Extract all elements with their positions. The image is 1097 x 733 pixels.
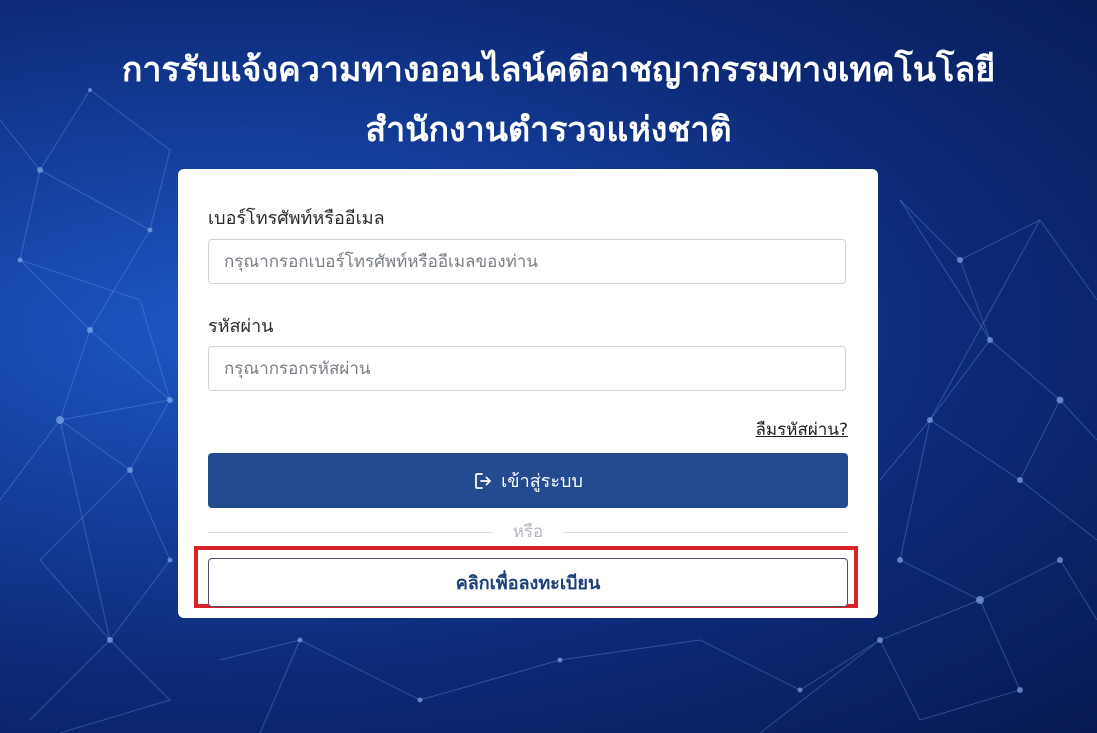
or-divider: หรือ bbox=[208, 521, 848, 543]
username-input[interactable] bbox=[208, 239, 846, 284]
login-button-label: เข้าสู่ระบบ bbox=[501, 471, 583, 492]
forgot-password-link[interactable]: ลืมรหัสผ่าน? bbox=[756, 416, 849, 443]
password-input[interactable] bbox=[208, 346, 846, 391]
register-button[interactable]: คลิกเพื่อลงทะเบียน bbox=[208, 558, 848, 607]
page-title: การรับแจ้งความทางออนไลน์คดีอาชญากรรมทางเ… bbox=[121, 50, 996, 90]
login-button[interactable]: เข้าสู่ระบบ bbox=[208, 453, 848, 508]
login-card: เบอร์โทรศัพท์หรืออีเมล รหัสผ่าน ลืมรหัสผ… bbox=[178, 169, 878, 618]
page-header: การรับแจ้งความทางออนไลน์คดีอาชญากรรมทางเ… bbox=[0, 40, 1097, 160]
password-label: รหัสผ่าน bbox=[208, 316, 274, 337]
page-subtitle: สำนักงานตำรวจแห่งชาติ bbox=[365, 110, 732, 150]
sign-in-icon bbox=[473, 471, 493, 491]
divider-line-right bbox=[563, 532, 848, 533]
username-label: เบอร์โทรศัพท์หรืออีเมล bbox=[208, 208, 385, 229]
